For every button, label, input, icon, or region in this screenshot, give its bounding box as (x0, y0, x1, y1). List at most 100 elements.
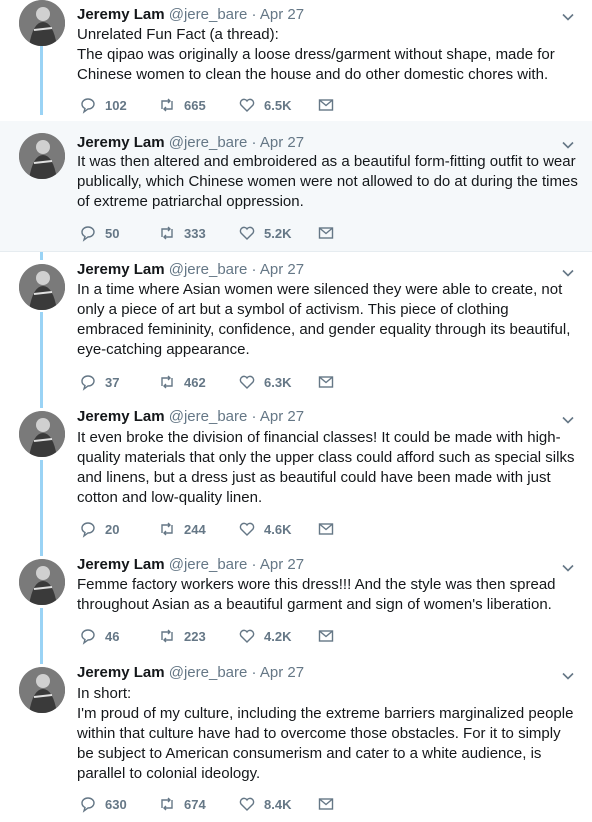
tweet[interactable]: Jeremy Lam @jere_bare · Apr 27 It was th… (0, 121, 592, 251)
chevron-down-icon[interactable] (561, 669, 575, 683)
like-button[interactable]: 4.6K (238, 519, 291, 539)
separator: · (251, 6, 257, 23)
like-button[interactable]: 5.2K (238, 223, 291, 243)
direct-message-button[interactable] (317, 519, 335, 539)
tweet-date[interactable]: Apr 27 (260, 664, 304, 681)
direct-message-button[interactable] (317, 626, 335, 646)
like-icon (239, 226, 255, 240)
retweet-count: 674 (184, 796, 206, 812)
separator: · (251, 261, 257, 278)
retweet-count: 462 (184, 374, 206, 390)
retweet-button[interactable]: 665 (158, 95, 206, 115)
tweet[interactable]: Jeremy Lam @jere_bare · Apr 27 In a time… (0, 251, 592, 400)
separator: · (251, 556, 257, 573)
retweet-button[interactable]: 674 (158, 794, 206, 814)
retweet-icon (161, 375, 173, 389)
author-name[interactable]: Jeremy Lam (77, 6, 165, 23)
avatar[interactable] (19, 559, 65, 605)
author-name[interactable]: Jeremy Lam (77, 261, 165, 278)
retweet-button[interactable]: 333 (158, 223, 206, 243)
like-button[interactable]: 6.3K (238, 372, 291, 392)
tweet-text: In a time where Asian women were silence… (77, 281, 571, 358)
reply-icon (81, 375, 95, 391)
direct-message-button[interactable] (317, 794, 335, 814)
author-name[interactable]: Jeremy Lam (77, 664, 165, 681)
tweet-date[interactable]: Apr 27 (260, 556, 304, 573)
chevron-down-icon[interactable] (561, 266, 575, 280)
tweet[interactable]: Jeremy Lam @jere_bare · Apr 27 It even b… (0, 399, 592, 547)
reply-button[interactable]: 46 (79, 626, 119, 646)
reply-button[interactable]: 37 (79, 372, 119, 392)
tweet[interactable]: Jeremy Lam @jere_bare · Apr 27 Unrelated… (0, 0, 592, 121)
tweet-date[interactable]: Apr 27 (260, 261, 304, 278)
author-handle[interactable]: @jere_bare (169, 556, 248, 573)
reply-icon (81, 522, 95, 538)
reply-button[interactable]: 50 (79, 223, 119, 243)
direct-message-button[interactable] (317, 95, 335, 115)
chevron-down-icon[interactable] (561, 10, 575, 24)
reply-count: 102 (105, 97, 127, 113)
avatar[interactable] (19, 133, 65, 179)
tweet[interactable]: Jeremy Lam @jere_bare · Apr 27 Femme fac… (0, 547, 592, 655)
separator: · (251, 408, 257, 425)
tweet[interactable]: Jeremy Lam @jere_bare · Apr 27 In short:… (0, 655, 592, 822)
tweet-text: In short: I'm proud of my culture, inclu… (77, 685, 574, 782)
retweet-button[interactable]: 244 (158, 519, 206, 539)
reply-icon (81, 226, 95, 242)
reply-button[interactable]: 102 (79, 95, 127, 115)
like-button[interactable]: 4.2K (238, 626, 291, 646)
like-count: 5.2K (264, 225, 292, 241)
tweet-header: Jeremy Lam @jere_bare · Apr 27 (77, 556, 304, 576)
tweet-date[interactable]: Apr 27 (260, 6, 304, 23)
tweet-thread: Jeremy Lam @jere_bare · Apr 27 Unrelated… (0, 0, 592, 822)
direct-message-icon (318, 798, 334, 810)
reply-count: 46 (105, 628, 120, 644)
direct-message-button[interactable] (317, 223, 335, 243)
like-count: 6.3K (264, 374, 292, 390)
direct-message-button[interactable] (317, 372, 335, 392)
avatar[interactable] (19, 0, 65, 46)
reply-button[interactable]: 630 (79, 794, 127, 814)
chevron-down-icon[interactable] (561, 138, 575, 152)
separator: · (251, 664, 257, 681)
reply-count: 37 (105, 374, 120, 390)
tweet-header: Jeremy Lam @jere_bare · Apr 27 (77, 261, 304, 281)
retweet-count: 333 (184, 225, 206, 241)
author-handle[interactable]: @jere_bare (169, 664, 248, 681)
reply-count: 630 (105, 796, 127, 812)
tweet-text: It even broke the division of financial … (77, 429, 575, 506)
direct-message-icon (318, 376, 334, 388)
avatar[interactable] (19, 264, 65, 310)
retweet-count: 665 (184, 97, 206, 113)
author-name[interactable]: Jeremy Lam (77, 134, 165, 151)
chevron-down-icon[interactable] (561, 561, 575, 575)
author-name[interactable]: Jeremy Lam (77, 556, 165, 573)
retweet-button[interactable]: 462 (158, 372, 206, 392)
retweet-button[interactable]: 223 (158, 626, 206, 646)
author-handle[interactable]: @jere_bare (169, 134, 248, 151)
author-handle[interactable]: @jere_bare (169, 261, 248, 278)
tweet-date[interactable]: Apr 27 (260, 134, 304, 151)
reply-icon (81, 629, 95, 645)
avatar[interactable] (19, 667, 65, 713)
tweet-date[interactable]: Apr 27 (260, 408, 304, 425)
like-button[interactable]: 6.5K (238, 95, 291, 115)
reply-button[interactable]: 20 (79, 519, 119, 539)
tweet-text: Femme factory workers wore this dress!!!… (77, 576, 556, 613)
tweet-header: Jeremy Lam @jere_bare · Apr 27 (77, 664, 304, 684)
like-count: 4.6K (264, 521, 292, 537)
tweet-text: Unrelated Fun Fact (a thread): The qipao… (77, 26, 555, 83)
separator: · (251, 134, 257, 151)
like-icon (239, 797, 255, 811)
direct-message-icon (318, 523, 334, 535)
like-icon (239, 522, 255, 536)
author-handle[interactable]: @jere_bare (169, 6, 248, 23)
retweet-icon (161, 226, 173, 240)
like-button[interactable]: 8.4K (238, 794, 291, 814)
chevron-down-icon[interactable] (561, 413, 575, 427)
reply-icon (81, 797, 95, 813)
author-handle[interactable]: @jere_bare (169, 408, 248, 425)
avatar[interactable] (19, 411, 65, 457)
author-name[interactable]: Jeremy Lam (77, 408, 165, 425)
tweet-header: Jeremy Lam @jere_bare · Apr 27 (77, 134, 304, 154)
